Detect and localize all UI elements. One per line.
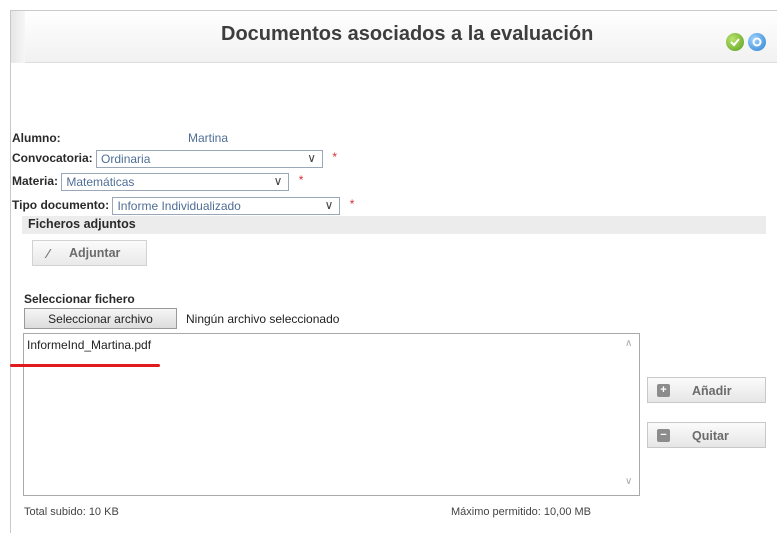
minus-square-icon: −: [657, 429, 670, 442]
chevron-down-icon: ∨: [324, 198, 334, 212]
highlight-underline: [10, 364, 160, 367]
paperclip-icon: ∕: [47, 246, 50, 261]
chevron-down-icon: ∨: [307, 151, 317, 165]
alumno-label: Alumno:: [12, 131, 61, 145]
materia-value: Matemáticas: [66, 175, 135, 189]
tipo-value: Informe Individualizado: [117, 199, 241, 213]
alumno-row: Alumno: Martina: [12, 131, 228, 145]
add-button[interactable]: + Añadir: [647, 377, 766, 403]
title-bar: Documentos asociados a la evaluación: [11, 11, 777, 63]
tipo-row: Tipo documento: Informe Individualizado …: [12, 197, 354, 215]
materia-label: Materia:: [12, 174, 59, 189]
file-list[interactable]: InformeInd_Martina.pdf: [23, 333, 640, 496]
remove-button[interactable]: − Quitar: [647, 422, 766, 448]
materia-row: Materia: Matemáticas ∨ *: [12, 173, 303, 191]
choose-file-button[interactable]: Seleccionar archivo: [24, 308, 177, 329]
required-mark: *: [349, 197, 355, 211]
materia-select[interactable]: Matemáticas ∨: [61, 173, 290, 191]
attach-button-label: Adjuntar: [69, 246, 121, 260]
file-status-text: Ningún archivo seleccionado: [186, 312, 340, 326]
max-allowed: Máximo permitido: 10,00 MB: [451, 506, 591, 518]
convocatoria-value: Ordinaria: [101, 152, 151, 166]
info-circle-icon[interactable]: [748, 33, 766, 51]
convocatoria-select[interactable]: Ordinaria ∨: [96, 150, 324, 168]
chevron-down-icon: ∨: [273, 174, 283, 188]
required-mark: *: [332, 150, 338, 164]
attach-button[interactable]: ∕ Adjuntar: [32, 240, 147, 266]
scroll-up-arrow[interactable]: ∧: [625, 338, 632, 349]
dialog-title: Documentos asociados a la evaluación: [221, 23, 594, 45]
total-uploaded: Total subido: 10 KB: [24, 506, 119, 518]
scroll-down-arrow[interactable]: ∨: [625, 476, 632, 487]
alumno-value: Martina: [188, 131, 229, 145]
convocatoria-label: Convocatoria:: [12, 151, 93, 166]
list-item[interactable]: InformeInd_Martina.pdf: [27, 338, 151, 352]
attachments-section-header: Ficheros adjuntos: [22, 216, 766, 234]
tipo-select[interactable]: Informe Individualizado ∨: [112, 197, 341, 215]
check-circle-icon[interactable]: [726, 33, 744, 51]
required-mark: *: [298, 173, 304, 187]
add-button-label: Añadir: [692, 384, 732, 398]
convocatoria-row: Convocatoria: Ordinaria ∨ *: [12, 150, 337, 168]
remove-button-label: Quitar: [692, 429, 729, 443]
title-bar-cap: [11, 11, 25, 63]
tipo-label: Tipo documento:: [12, 198, 110, 213]
select-file-title: Seleccionar fichero: [24, 292, 135, 306]
plus-square-icon: +: [657, 384, 670, 397]
